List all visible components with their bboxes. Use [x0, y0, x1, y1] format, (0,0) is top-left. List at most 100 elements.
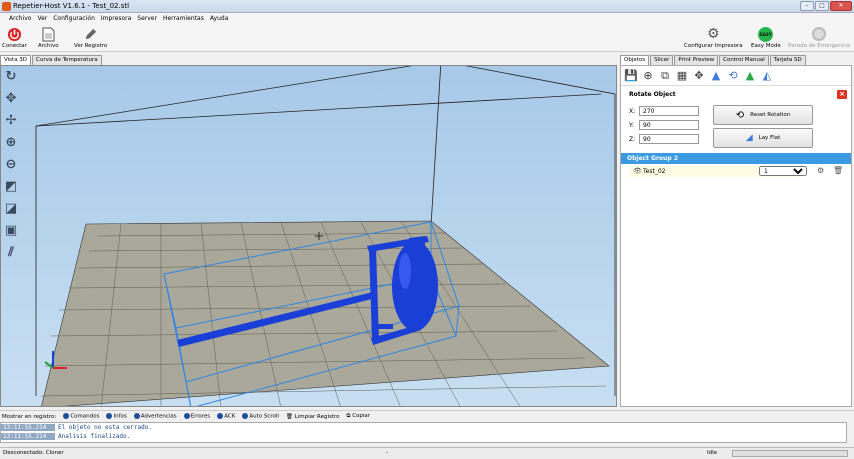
file-button[interactable]: Archivo: [38, 26, 59, 49]
log-infos-toggle[interactable]: Infos: [106, 413, 127, 420]
gears-icon: ⚙: [707, 26, 720, 42]
add-object-icon[interactable]: ⊕: [642, 69, 654, 82]
rotate-y-row: Y:: [629, 120, 699, 130]
view-log-button[interactable]: Ver Registro: [74, 26, 107, 49]
easy-mode-icon: EASY: [758, 26, 774, 42]
menu-configuracion[interactable]: Configuración: [50, 13, 98, 24]
connection-status: Desconectado: Cloner: [3, 450, 64, 456]
x-label: X:: [629, 108, 636, 115]
rotate-z-input[interactable]: [639, 134, 699, 144]
toggle-icon: [133, 413, 140, 420]
visibility-eye-icon[interactable]: 👁: [633, 167, 642, 175]
center-object-icon[interactable]: ✥: [693, 69, 705, 82]
log-warnings-toggle[interactable]: Advertencias: [133, 413, 177, 420]
connect-label: Conectar: [2, 43, 27, 49]
toggle-icon: [242, 413, 249, 420]
log-errors-toggle[interactable]: Errores: [183, 413, 210, 420]
log-time: 13:11:55.214: [1, 424, 55, 431]
rotate-view-icon[interactable]: ↻: [3, 68, 19, 84]
object-toolbar: 💾 ⊕ ⧉ ▦ ✥ ▲ ⟲ ▲ ◭: [621, 66, 851, 86]
main-toolbar: Conectar Archivo Ver Registro ⚙ Configur…: [0, 24, 854, 52]
rotate-x-row: X:: [629, 106, 699, 116]
scale-icon[interactable]: ▲: [710, 69, 722, 82]
rotate-object-title: Rotate Object: [629, 91, 676, 98]
object-settings-icon[interactable]: ⚙: [817, 166, 824, 175]
3d-viewport[interactable]: ↻ ✥ ✢ ⊕ ⊖ ◩ ◪ ▣ ⫽: [0, 65, 617, 407]
tab-manual-control[interactable]: Control Manual: [719, 55, 769, 65]
emergency-stop-icon: [811, 26, 827, 42]
tab-vista-3d[interactable]: Vista 3D: [0, 55, 32, 65]
log-commands-toggle[interactable]: Comandos: [63, 413, 99, 420]
view-toolbar: ↻ ✥ ✢ ⊕ ⊖ ◩ ◪ ▣ ⫽: [3, 68, 21, 266]
zoom-icon[interactable]: ⊕: [3, 134, 19, 150]
move-view-icon[interactable]: ✥: [3, 90, 19, 106]
configure-printer-button[interactable]: ⚙ Configurar Impresora: [684, 26, 743, 49]
object-group-header[interactable]: Object Group 2: [621, 153, 851, 164]
log-autoscroll-toggle[interactable]: Auto Scroll: [242, 413, 279, 420]
copy-object-icon[interactable]: ⧉: [659, 69, 671, 82]
save-icon[interactable]: 💾: [624, 69, 638, 82]
object-count-select[interactable]: 1: [759, 166, 807, 176]
scene-render: [35, 66, 616, 406]
menu-impresora[interactable]: Impresora: [98, 13, 134, 24]
tab-print-preview[interactable]: Print Preview: [674, 55, 719, 65]
tab-objects[interactable]: Objetos: [620, 55, 650, 65]
iso-view-icon[interactable]: ◩: [3, 178, 19, 194]
object-row[interactable]: 👁 Test_02 1 ⚙ 🗑: [621, 165, 851, 178]
menu-herramientas[interactable]: Herramientas: [160, 13, 207, 24]
log-ack-toggle[interactable]: ACK: [217, 413, 235, 420]
side-view-icon[interactable]: ▣: [3, 222, 19, 238]
rotate-x-input[interactable]: [639, 106, 699, 116]
tab-slicer[interactable]: Slicer: [650, 55, 674, 65]
log-message: El objeto no esta cerrado.: [58, 424, 152, 431]
toggle-icon: [63, 413, 70, 420]
tab-temperature-curve[interactable]: Curva de Temperatura: [32, 55, 102, 65]
easy-mode-label: Easy Mode: [751, 43, 781, 49]
delete-object-icon[interactable]: 🗑: [833, 166, 843, 175]
parallel-view-icon[interactable]: ⫽: [3, 244, 19, 260]
clear-log-button[interactable]: 🗑 Limpiar Registro: [286, 414, 340, 420]
menu-ayuda[interactable]: Ayuda: [207, 13, 232, 24]
mirror-icon[interactable]: ▲: [744, 69, 756, 82]
minimize-button[interactable]: –: [800, 1, 814, 11]
toggle-icon: [183, 413, 190, 420]
fit-view-icon[interactable]: ⊖: [3, 156, 19, 172]
log-view[interactable]: 13:11:55.214 El objeto no esta cerrado. …: [0, 422, 847, 443]
trash-icon: 🗑: [285, 413, 293, 420]
view-log-label: Ver Registro: [74, 43, 108, 49]
tab-sd-card[interactable]: Tarjeta SD: [769, 55, 806, 65]
lay-flat-label: Lay Flat: [758, 135, 781, 141]
reset-rotation-label: Reset Rotation: [750, 112, 791, 118]
maximize-button[interactable]: □: [815, 1, 829, 11]
copy-icon: ⧉: [346, 413, 351, 419]
log-message: Analisis finalizado.: [58, 433, 131, 440]
window-title: Repetier-Host V1.6.1 - Test_02.stl: [13, 2, 130, 10]
menu-server[interactable]: Server: [134, 13, 160, 24]
lay-flat-icon: ◢: [745, 133, 753, 143]
printer-state: Idle: [707, 450, 718, 456]
lay-flat-button[interactable]: ◢ Lay Flat: [713, 128, 813, 148]
autoposition-icon[interactable]: ▦: [676, 69, 688, 82]
close-window-button[interactable]: ✕: [830, 1, 852, 11]
close-rotate-button[interactable]: ×: [837, 90, 847, 99]
copy-log-button[interactable]: ⧉ Copiar: [347, 413, 371, 420]
toggle-icon: [217, 413, 224, 420]
move-object-icon[interactable]: ✢: [3, 112, 19, 128]
rotate-object-icon[interactable]: ⟲: [727, 69, 739, 82]
easy-mode-button[interactable]: EASY Easy Mode: [751, 26, 781, 49]
reset-rotation-button[interactable]: ⟲ Reset Rotation: [713, 105, 813, 125]
connect-button[interactable]: Conectar: [2, 26, 27, 49]
front-view-icon[interactable]: ◪: [3, 200, 19, 216]
rotate-y-input[interactable]: [639, 120, 699, 130]
menu-archivo[interactable]: Archivo: [6, 13, 34, 24]
emergency-stop-button[interactable]: Parada de Emergencia: [788, 26, 850, 49]
reset-rotation-icon: ⟲: [735, 109, 745, 121]
toggle-icon: [106, 413, 113, 420]
cut-icon[interactable]: ◭: [761, 69, 773, 82]
emergency-stop-label: Parada de Emergencia: [788, 43, 850, 49]
easy-badge: EASY: [758, 26, 774, 42]
view-tabs: Vista 3D Curva de Temperatura: [0, 55, 103, 65]
menu-bar: Archivo Ver Configuración Impresora Serv…: [0, 13, 854, 24]
menu-ver[interactable]: Ver: [34, 13, 50, 24]
right-tabs: Objetos Slicer Print Preview Control Man…: [620, 55, 807, 65]
